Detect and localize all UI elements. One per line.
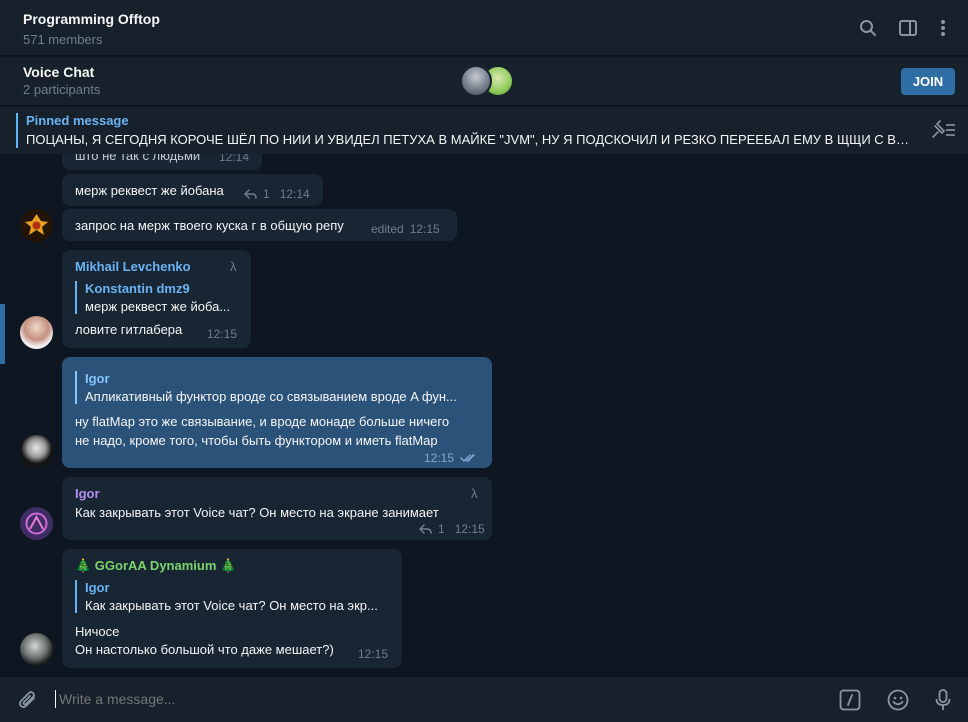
edited-label: edited xyxy=(371,222,404,236)
message-input[interactable] xyxy=(59,691,819,707)
reply-preview[interactable]: Konstantin dmz9 мерж реквест же йоба... xyxy=(75,281,243,314)
pinned-label: Pinned message xyxy=(26,113,129,128)
avatar[interactable] xyxy=(20,507,53,540)
sender-name[interactable]: Mikhail Levchenko xyxy=(75,259,191,274)
sidebar-toggle-icon[interactable] xyxy=(898,18,918,38)
emoji-icon[interactable] xyxy=(886,688,910,712)
avatar xyxy=(460,65,492,97)
unpin-icon[interactable] xyxy=(930,120,956,140)
reply-text: Апликативный функтор вроде со связывание… xyxy=(85,389,457,404)
message-meta: edited 12:15 xyxy=(371,222,440,236)
pinned-accent-bar xyxy=(16,113,18,148)
scroll-indicator[interactable] xyxy=(0,304,5,364)
reply-text: мерж реквест же йоба... xyxy=(85,299,231,314)
message-meta: 1 12:15 xyxy=(419,522,485,536)
avatar[interactable] xyxy=(20,209,53,242)
sender-name[interactable]: Igor xyxy=(75,486,100,501)
lambda-icon: λ xyxy=(230,259,237,274)
message-time: 12:14 xyxy=(279,187,310,201)
message-text-line2: Он настолько большой что даже мешает?) xyxy=(75,642,334,657)
message-bubble[interactable]: 🎄 GGorAA Dynamium 🎄 Igor Как закрывать э… xyxy=(62,549,402,668)
read-checkmarks-icon xyxy=(460,454,475,462)
avatar[interactable] xyxy=(20,435,53,468)
voice-chat-participant-avatars xyxy=(460,65,516,97)
search-icon[interactable] xyxy=(858,18,878,38)
reply-icon xyxy=(244,189,257,199)
bot-commands-icon[interactable] xyxy=(838,688,862,712)
voice-chat-title: Voice Chat xyxy=(23,64,95,80)
join-voice-chat-button[interactable]: JOIN xyxy=(901,68,955,95)
message-time: 12:15 xyxy=(424,451,455,465)
message-text: што не так с людьми xyxy=(75,154,201,163)
reply-sender: Igor xyxy=(85,580,110,595)
reply-icon xyxy=(419,524,432,534)
message-text: запрос на мерж твоего куска г в общую ре… xyxy=(75,218,344,233)
reply-preview[interactable]: Igor Апликативный функтор вроде со связы… xyxy=(75,371,480,404)
reply-count: 1 xyxy=(263,187,270,201)
message-text-line2: не надо, кроме того, чтобы быть функторо… xyxy=(75,433,438,448)
message-bubble-outgoing[interactable]: Igor Апликативный функтор вроде со связы… xyxy=(62,357,492,468)
voice-chat-bar[interactable]: Voice Chat 2 participants JOIN xyxy=(0,57,968,106)
attach-icon[interactable] xyxy=(16,688,40,712)
more-vertical-icon[interactable] xyxy=(933,18,953,38)
reply-preview[interactable]: Igor Как закрывать этот Voice чат? Он ме… xyxy=(75,580,393,613)
message-list[interactable]: што не так с людьми 12:14 мерж реквест ж… xyxy=(0,154,968,676)
member-count[interactable]: 571 members xyxy=(23,32,102,47)
message-bubble[interactable]: што не так с людьми 12:14 xyxy=(62,154,262,170)
message-bubble[interactable]: запрос на мерж твоего куска г в общую ре… xyxy=(62,209,457,241)
message-time: 12:15 xyxy=(454,522,485,536)
reply-sender: Konstantin dmz9 xyxy=(85,281,190,296)
message-bubble[interactable]: Mikhail Levchenko λ Konstantin dmz9 мерж… xyxy=(62,250,251,348)
message-meta: 1 12:14 xyxy=(244,187,310,201)
avatar[interactable] xyxy=(20,633,53,666)
reply-text: Как закрывать этот Voice чат? Он место н… xyxy=(85,598,378,613)
message-time: 12:15 xyxy=(207,327,238,341)
message-text: мерж реквест же йобана xyxy=(75,183,224,198)
message-bubble[interactable]: Igor λ Как закрывать этот Voice чат? Он … xyxy=(62,477,492,540)
sender-name[interactable]: 🎄 GGorAA Dynamium 🎄 xyxy=(75,558,236,574)
message-composer xyxy=(0,676,968,722)
pinned-message-bar[interactable]: Pinned message ПОЦАНЫ, Я СЕГОДНЯ КОРОЧЕ … xyxy=(0,107,968,154)
message-text: ловите гитлабера xyxy=(75,322,183,337)
avatar[interactable] xyxy=(20,316,53,349)
reply-count: 1 xyxy=(438,522,445,536)
message-bubble[interactable]: мерж реквест же йобана 1 12:14 xyxy=(62,174,323,206)
reply-sender: Igor xyxy=(85,371,110,386)
text-cursor xyxy=(55,690,56,708)
pinned-text: ПОЦАНЫ, Я СЕГОДНЯ КОРОЧЕ ШЁЛ ПО НИИ И УВ… xyxy=(26,132,916,147)
microphone-icon[interactable] xyxy=(931,688,955,712)
message-meta: 12:15 xyxy=(424,451,478,465)
message-text-line1: Ничосе xyxy=(75,624,120,639)
message-time: 12:15 xyxy=(409,222,440,236)
message-time: 12:15 xyxy=(358,647,389,661)
message-text: Как закрывать этот Voice чат? Он место н… xyxy=(75,505,439,520)
voice-chat-participants: 2 participants xyxy=(23,82,101,97)
chat-header: Programming Offtop 571 members xyxy=(0,0,968,56)
lambda-icon: λ xyxy=(471,486,478,501)
message-time: 12:14 xyxy=(219,154,250,164)
chat-title[interactable]: Programming Offtop xyxy=(23,11,160,27)
message-text-line1: ну flatMap это же связывание, и вроде мо… xyxy=(75,414,450,429)
